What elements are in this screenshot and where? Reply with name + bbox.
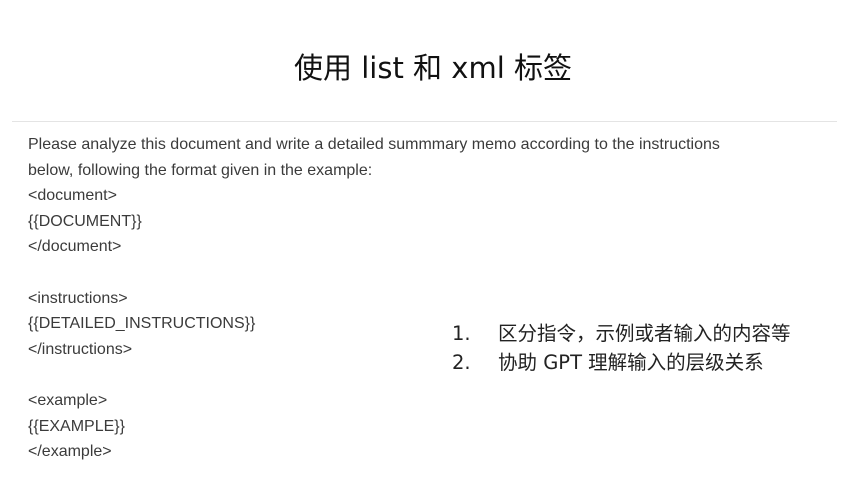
notes-list: 1. 区分指令，示例或者输入的内容等 2. 协助 GPT 理解输入的层级关系 (452, 319, 791, 377)
prompt-line: {{DOCUMENT}} (28, 212, 142, 230)
list-item: 1. 区分指令，示例或者输入的内容等 (452, 319, 791, 348)
prompt-line: <example> (28, 391, 108, 409)
list-item: 2. 协助 GPT 理解输入的层级关系 (452, 348, 791, 377)
list-number: 1. (452, 322, 471, 345)
slide-title: 使用 list 和 xml 标签 (294, 51, 572, 85)
prompt-line: </document> (28, 238, 122, 256)
prompt-line: below, following the format given in the… (28, 161, 373, 179)
divider (12, 121, 837, 122)
prompt-example: Please analyze this document and write a… (28, 132, 818, 465)
prompt-line (28, 260, 818, 286)
list-text: 协助 GPT 理解输入的层级关系 (498, 351, 764, 374)
prompt-line: </example> (28, 443, 112, 461)
list-text: 区分指令，示例或者输入的内容等 (498, 322, 791, 345)
prompt-line: {{EXAMPLE}} (28, 417, 125, 435)
prompt-line: Please analyze this document and write a… (28, 136, 720, 153)
prompt-line: <document> (28, 187, 117, 205)
prompt-line: <instructions> (28, 289, 128, 307)
list-number: 2. (452, 351, 471, 374)
